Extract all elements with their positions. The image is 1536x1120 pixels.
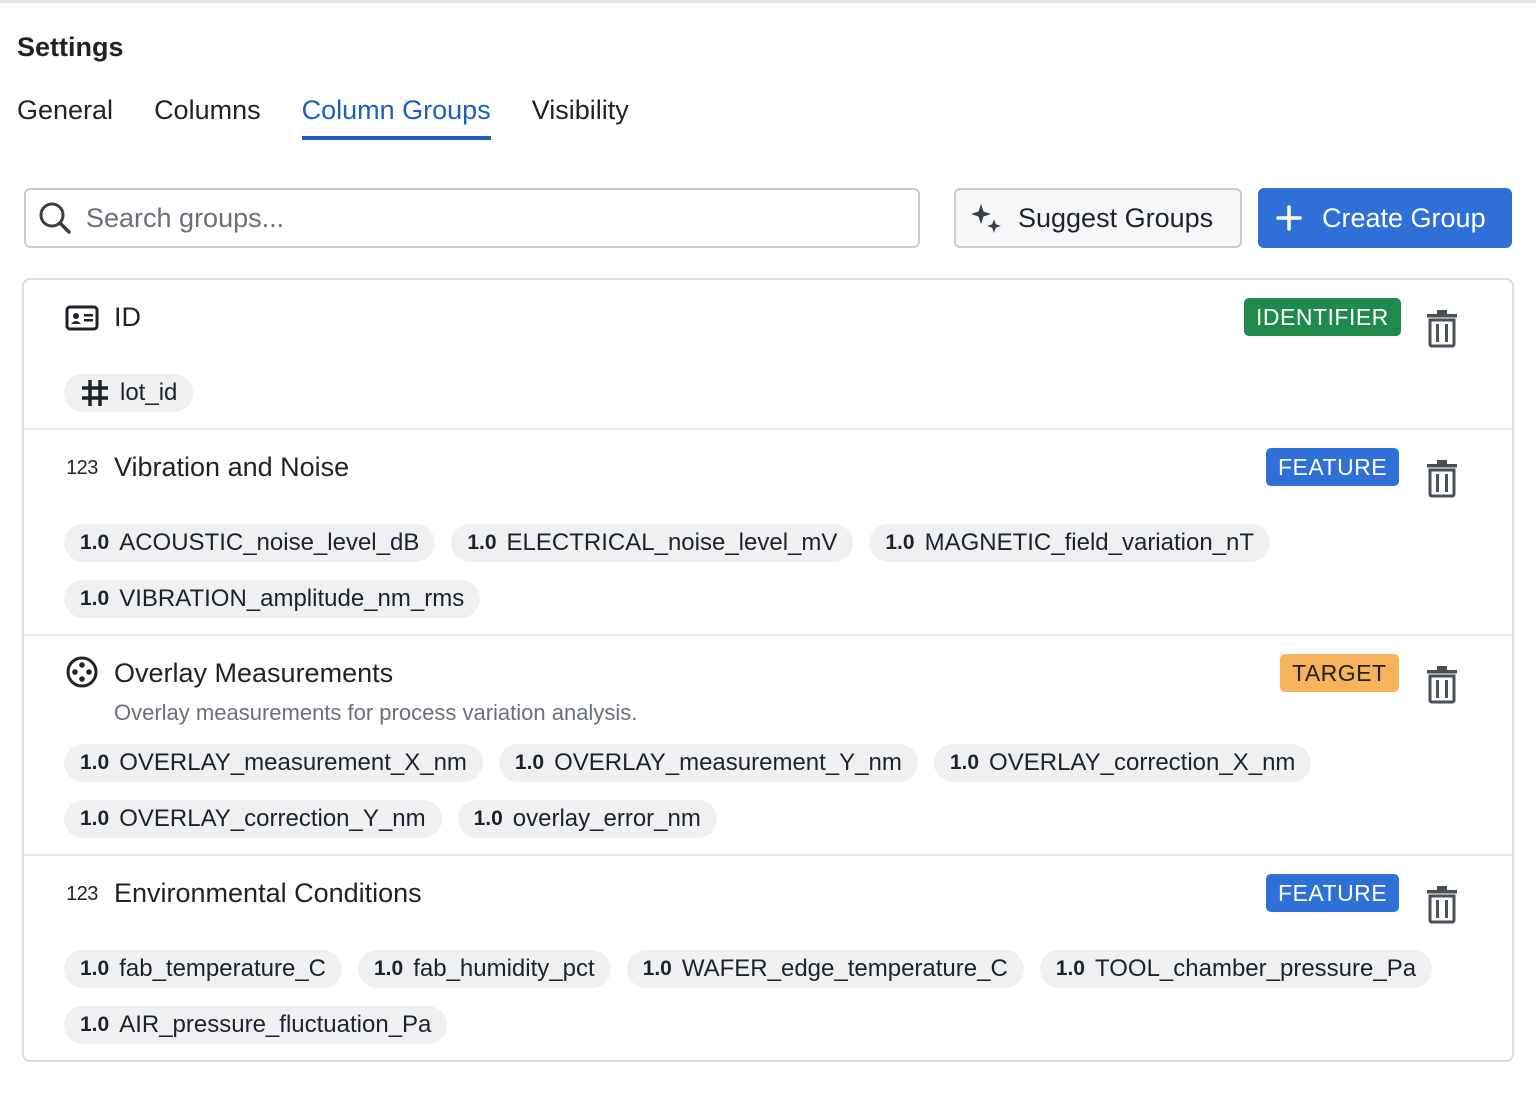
column-chip: 1.0 OVERLAY_correction_Y_nm — [64, 800, 442, 838]
column-name: OVERLAY_measurement_X_nm — [119, 749, 467, 776]
role-badge: FEATURE — [1266, 448, 1400, 486]
role-badge: IDENTIFIER — [1244, 298, 1401, 336]
role-badge: TARGET — [1280, 654, 1399, 692]
float-type-label: 1.0 — [949, 751, 980, 774]
column-chip: 1.0 AIR_pressure_fluctuation_Pa — [64, 1006, 448, 1044]
group-name: ID — [114, 302, 141, 332]
suggest-groups-button[interactable]: Suggest Groups — [954, 188, 1242, 248]
column-name: TOOL_chamber_pressure_Pa — [1095, 955, 1417, 982]
float-type-label: 1.0 — [473, 807, 503, 830]
float-type-label: 1.0 — [80, 587, 110, 610]
number-type-icon: 123 — [66, 882, 98, 905]
column-name: OVERLAY_measurement_Y_nm — [554, 749, 902, 776]
trash-icon — [1427, 666, 1457, 704]
column-chip: 1.0 MAGNETIC_field_variation_nT — [869, 524, 1271, 562]
column-name: AIR_pressure_fluctuation_Pa — [119, 1011, 432, 1038]
float-type-label: 1.0 — [80, 751, 110, 774]
group-card-overlay-measurements: Overlay Measurements Overlay measurement… — [24, 636, 1512, 856]
column-name: WAFER_edge_temperature_C — [681, 955, 1008, 982]
group-columns: 1.0 OVERLAY_measurement_X_nm 1.0 OVERLAY_m… — [64, 744, 1464, 838]
plus-icon — [1276, 205, 1302, 231]
float-type-label: 1.0 — [80, 807, 110, 830]
search-icon — [39, 202, 71, 234]
search-input[interactable] — [86, 202, 866, 234]
float-type-label: 1.0 — [80, 531, 110, 554]
settings-tabs: General Columns Column Groups Visibility — [17, 92, 629, 142]
tab-column-groups[interactable]: Column Groups — [301, 92, 491, 140]
column-chip: 1.0 OVERLAY_correction_X_nm — [933, 744, 1312, 782]
trash-icon — [1427, 886, 1457, 924]
hash-icon — [82, 380, 108, 406]
column-name: fab_temperature_C — [119, 955, 326, 982]
column-groups-list: ID IDENTIFIER lot_id 123 Vibration and N… — [22, 278, 1514, 1062]
delete-group-button[interactable] — [1424, 308, 1460, 348]
column-name: ELECTRICAL_noise_level_mV — [506, 529, 838, 556]
column-name: overlay_error_nm — [512, 805, 701, 832]
search-box — [24, 188, 920, 248]
group-card-environmental-conditions: 123 Environmental Conditions FEATURE 1.0… — [24, 856, 1512, 1060]
tab-general[interactable]: General — [17, 92, 113, 140]
group-description: Overlay measurements for process variati… — [114, 700, 638, 725]
float-type-label: 1.0 — [885, 531, 915, 554]
id-card-icon — [64, 300, 100, 336]
float-type-label: 1.0 — [1055, 957, 1085, 980]
float-type-label: 1.0 — [80, 1013, 110, 1036]
column-name: OVERLAY_correction_Y_nm — [119, 805, 426, 832]
create-group-label: Create Group — [1322, 202, 1486, 233]
trash-icon — [1427, 310, 1457, 348]
group-name: Vibration and Noise — [114, 452, 350, 482]
top-divider — [0, 0, 1536, 3]
group-columns: lot_id — [64, 374, 1464, 412]
group-columns: 1.0 ACOUSTIC_noise_level_dB 1.0 ELECTRICAL… — [64, 524, 1464, 618]
page-title: Settings — [17, 32, 124, 62]
column-name: ACOUSTIC_noise_level_dB — [119, 529, 420, 556]
column-chip: 1.0 overlay_error_nm — [457, 800, 717, 838]
column-chip: 1.0 VIBRATION_amplitude_nm_rms — [64, 580, 481, 618]
column-chip: 1.0 WAFER_edge_temperature_C — [626, 950, 1024, 988]
tab-columns[interactable]: Columns — [154, 92, 261, 140]
column-name: OVERLAY_correction_X_nm — [989, 749, 1296, 776]
delete-group-button[interactable] — [1424, 884, 1460, 924]
float-type-label: 1.0 — [80, 957, 110, 980]
sparkles-icon — [971, 204, 1001, 233]
column-chip: 1.0 fab_humidity_pct — [358, 950, 611, 988]
float-type-label: 1.0 — [374, 957, 404, 980]
column-name: lot_id — [120, 379, 178, 406]
delete-group-button[interactable] — [1424, 664, 1460, 704]
create-group-button[interactable]: Create Group — [1258, 188, 1512, 248]
number-type-icon: 123 — [66, 456, 98, 479]
suggest-groups-label: Suggest Groups — [1018, 202, 1214, 233]
group-columns: 1.0 fab_temperature_C 1.0 fab_humidity_pct… — [64, 950, 1464, 1044]
column-chip: 1.0 OVERLAY_measurement_Y_nm — [498, 744, 918, 782]
role-badge: FEATURE — [1266, 874, 1400, 912]
target-icon — [64, 654, 100, 690]
group-name: Environmental Conditions — [114, 878, 422, 908]
column-chip: lot_id — [64, 374, 194, 412]
group-card-vibration-and-noise: 123 Vibration and Noise FEATURE 1.0 ACOUS… — [24, 430, 1512, 636]
delete-group-button[interactable] — [1424, 458, 1460, 498]
column-chip: 1.0 ACOUSTIC_noise_level_dB — [64, 524, 436, 562]
column-name: fab_humidity_pct — [413, 955, 595, 982]
float-type-label: 1.0 — [514, 751, 545, 774]
group-name: Overlay Measurements — [114, 658, 394, 688]
trash-icon — [1427, 460, 1457, 498]
column-name: VIBRATION_amplitude_nm_rms — [119, 585, 465, 612]
float-type-label: 1.0 — [642, 957, 672, 980]
column-chip: 1.0 fab_temperature_C — [64, 950, 342, 988]
float-type-label: 1.0 — [467, 531, 497, 554]
group-card-id: ID IDENTIFIER lot_id — [24, 280, 1512, 430]
tab-visibility[interactable]: Visibility — [532, 92, 629, 140]
column-chip: 1.0 TOOL_chamber_pressure_Pa — [1039, 950, 1433, 988]
column-name: MAGNETIC_field_variation_nT — [924, 529, 1255, 556]
column-chip: 1.0 ELECTRICAL_noise_level_mV — [451, 524, 854, 562]
column-chip: 1.0 OVERLAY_measurement_X_nm — [64, 744, 483, 782]
